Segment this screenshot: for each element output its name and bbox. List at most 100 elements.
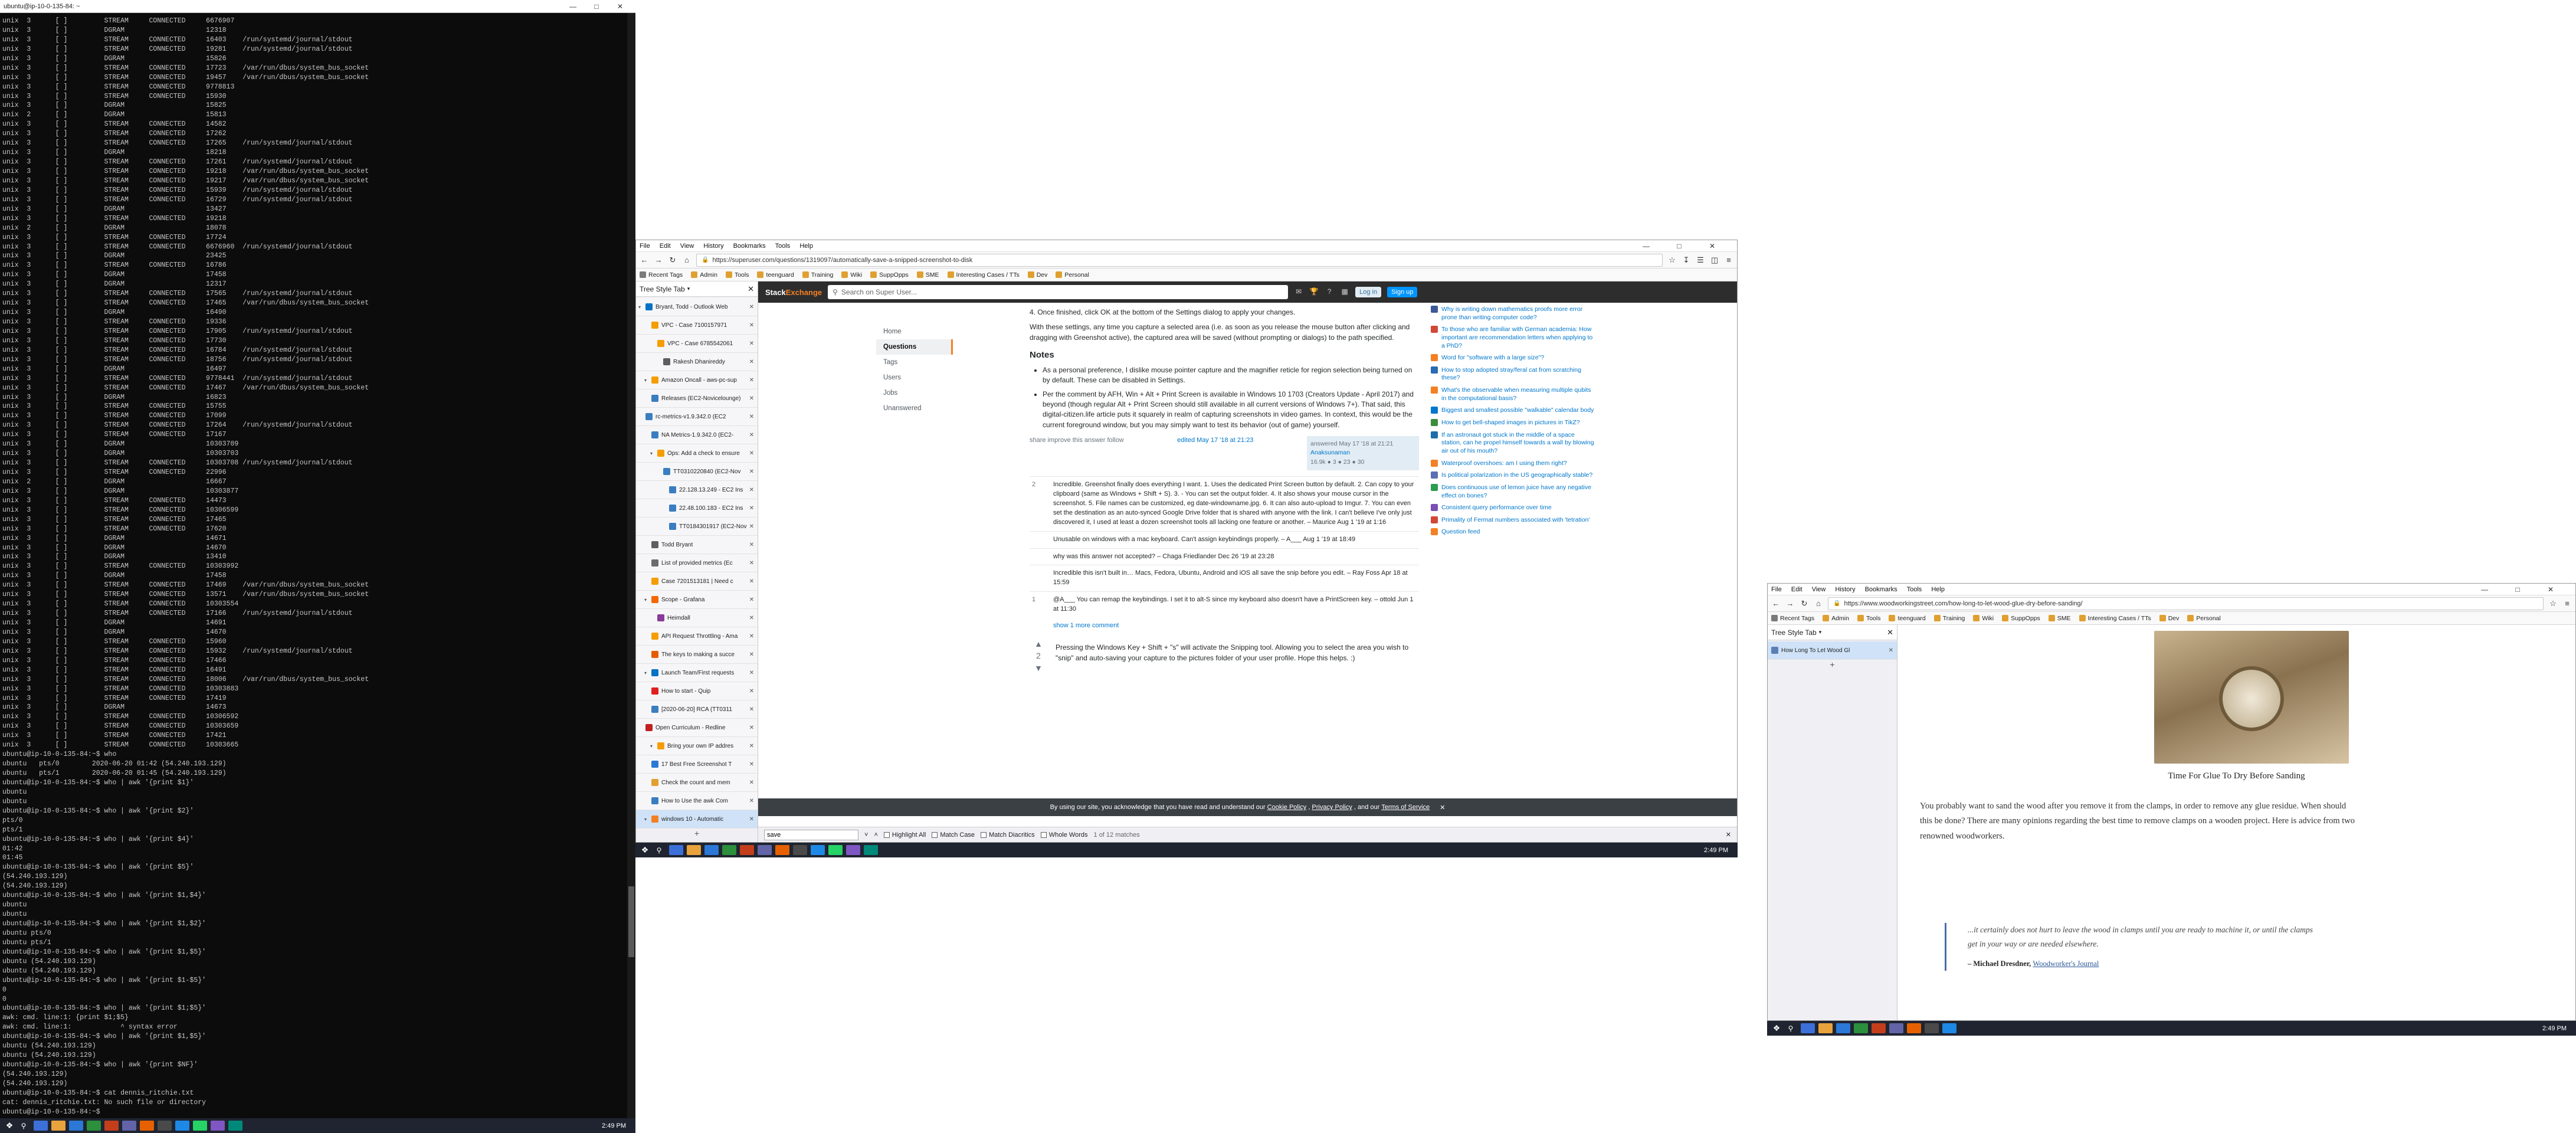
- tab-item[interactable]: rc-metrics-v1.9.342.0 (EC2 ✕: [636, 408, 758, 426]
- firefox-icon[interactable]: [1907, 1023, 1921, 1033]
- close-tab-icon[interactable]: ✕: [749, 450, 754, 457]
- menu-item[interactable]: Edit: [660, 243, 671, 250]
- tab-item[interactable]: 17 Best Free Screenshot T ✕: [636, 755, 758, 774]
- bookmark-folder[interactable]: Admin: [1823, 615, 1849, 622]
- teams-icon[interactable]: [1889, 1023, 1903, 1033]
- menu-item[interactable]: Bookmarks: [733, 243, 766, 250]
- bookmark-folder[interactable]: teenguard: [757, 271, 794, 279]
- close-tab-icon[interactable]: ✕: [749, 542, 754, 548]
- hot-question-link[interactable]: How to get bell-shaped images in picture…: [1431, 419, 1596, 427]
- find-option-whole-words[interactable]: Whole Words: [1040, 831, 1088, 839]
- powerpoint-icon[interactable]: [1872, 1023, 1886, 1033]
- outlook-icon[interactable]: [175, 1121, 189, 1131]
- upvote-icon[interactable]: ▲: [1030, 638, 1047, 650]
- hot-question-link[interactable]: What's the observable when measuring mul…: [1431, 387, 1596, 402]
- taskbar-clock[interactable]: 2:49 PM: [596, 1122, 632, 1129]
- site-search-input[interactable]: ⚲ Search on Super User...: [828, 285, 1289, 299]
- tab-item[interactable]: NA Metrics-1.9.342.0 (EC2- ✕: [636, 426, 758, 444]
- close-tab-icon[interactable]: ✕: [749, 487, 754, 493]
- nav-item[interactable]: Unanswered: [876, 401, 953, 416]
- close-tab-icon[interactable]: ✕: [749, 304, 754, 310]
- task-view-icon[interactable]: [34, 1121, 48, 1131]
- start-icon[interactable]: ❖: [1771, 1023, 1782, 1034]
- task-view-icon[interactable]: [669, 845, 683, 855]
- question-feed-link[interactable]: Question feed: [1431, 528, 1596, 536]
- outlook-icon[interactable]: [811, 845, 825, 855]
- url-bar[interactable]: 🔒 https://www.woodworkingstreet.com/how-…: [1828, 597, 2544, 610]
- start-icon[interactable]: ❖: [4, 1121, 15, 1131]
- tab-item[interactable]: Heimdall ✕: [636, 609, 758, 627]
- downvote-icon[interactable]: ▼: [1030, 662, 1047, 674]
- hot-question-link[interactable]: Why is writing down mathematics proofs m…: [1431, 306, 1596, 322]
- bookmark-folder[interactable]: Training: [1933, 615, 1965, 622]
- excel-icon[interactable]: [87, 1121, 101, 1131]
- taskbar-clock[interactable]: 2:49 PM: [1698, 847, 1734, 854]
- edge-icon[interactable]: [1836, 1023, 1850, 1033]
- app-icon[interactable]: [228, 1121, 242, 1131]
- app-icon[interactable]: [211, 1121, 225, 1131]
- signup-button[interactable]: Sign up: [1387, 287, 1418, 297]
- bookmark-folder[interactable]: Training: [802, 271, 833, 279]
- hot-question-link[interactable]: Is political polarization in the US geog…: [1431, 471, 1596, 480]
- edited-link[interactable]: edited May 17 '18 at 21:23: [1177, 436, 1253, 470]
- task-view-icon[interactable]: [1801, 1023, 1815, 1033]
- cookie-policy-link[interactable]: Cookie Policy: [1267, 804, 1307, 811]
- bookmark-folder[interactable]: Interesting Cases / TTs: [2079, 615, 2151, 622]
- user-name[interactable]: Anaksunaman: [1310, 448, 1415, 457]
- terminal-app-icon[interactable]: [793, 845, 807, 855]
- teams-icon[interactable]: [122, 1121, 136, 1131]
- twisty-icon[interactable]: ▾: [638, 304, 644, 310]
- chevron-down-icon[interactable]: ▾: [1819, 629, 1822, 636]
- close-tab-icon[interactable]: ✕: [749, 670, 754, 676]
- close-tab-icon[interactable]: ✕: [749, 414, 754, 420]
- find-option-highlight[interactable]: Highlight All: [883, 831, 926, 839]
- bookmark-folder[interactable]: Admin: [691, 271, 717, 279]
- hot-question-link[interactable]: Does continuous use of lemon juice have …: [1431, 483, 1596, 500]
- close-tab-icon[interactable]: ✕: [749, 523, 754, 530]
- excel-icon[interactable]: [722, 845, 736, 855]
- find-option-diacritics[interactable]: Match Diacritics: [981, 831, 1035, 839]
- close-tab-icon[interactable]: ✕: [749, 597, 754, 603]
- menu-item[interactable]: View: [1812, 586, 1826, 593]
- tab-item[interactable]: ▾ Bryant, Todd - Outlook Web ✕: [636, 298, 758, 316]
- tab-item[interactable]: Todd Bryant ✕: [636, 536, 758, 554]
- maximize-icon[interactable]: □: [1667, 242, 1691, 250]
- edge-icon[interactable]: [69, 1121, 83, 1131]
- tab-item[interactable]: API Request Throttling - Ama ✕: [636, 627, 758, 646]
- close-tab-icon[interactable]: ✕: [749, 578, 754, 585]
- close-icon[interactable]: ✕: [1887, 628, 1893, 637]
- bookmark-star-icon[interactable]: ☆: [1667, 256, 1677, 265]
- cite-link[interactable]: Woodworker's Journal: [2033, 960, 2099, 968]
- bookmark-folder[interactable]: Recent Tags: [640, 271, 683, 279]
- chevron-down-icon[interactable]: ▾: [687, 286, 690, 292]
- tab-item[interactable]: Releases (EC2-Novicelounge) ✕: [636, 389, 758, 408]
- close-tab-icon[interactable]: ✕: [749, 377, 754, 384]
- twisty-icon[interactable]: ▾: [650, 744, 656, 749]
- close-tab-icon[interactable]: ✕: [749, 633, 754, 640]
- close-tab-icon[interactable]: ✕: [749, 505, 754, 512]
- tab-item[interactable]: 22.128.13.249 - EC2 Ins ✕: [636, 481, 758, 499]
- bookmark-star-icon[interactable]: ☆: [2548, 599, 2558, 608]
- explorer-icon[interactable]: [51, 1121, 65, 1131]
- tab-item[interactable]: Case 7201513181 | Need c ✕: [636, 572, 758, 591]
- terms-link[interactable]: Terms of Service: [1381, 804, 1430, 811]
- close-tab-icon[interactable]: ✕: [1889, 647, 1893, 654]
- close-tab-icon[interactable]: ✕: [749, 615, 754, 621]
- tab-item[interactable]: Open Curriculum - Redline ✕: [636, 719, 758, 737]
- close-icon[interactable]: ✕: [608, 2, 632, 11]
- twisty-icon[interactable]: ▾: [644, 817, 650, 822]
- menu-item[interactable]: View: [680, 243, 694, 250]
- close-icon[interactable]: ✕: [1440, 804, 1445, 811]
- edge-icon[interactable]: [704, 845, 719, 855]
- tab-item[interactable]: ▾ Amazon Oncall - aws-pc-sup ✕: [636, 371, 758, 389]
- bookmark-folder[interactable]: teenguard: [1889, 615, 1926, 622]
- twisty-icon[interactable]: ▾: [644, 378, 650, 383]
- close-tab-icon[interactable]: ✕: [749, 469, 754, 475]
- search-icon[interactable]: ⚲: [1785, 1023, 1796, 1034]
- close-icon[interactable]: ✕: [1700, 242, 1724, 250]
- hot-question-link[interactable]: Word for "software with a large size"?: [1431, 354, 1596, 362]
- search-icon[interactable]: ⚲: [18, 1121, 29, 1131]
- menu-item[interactable]: Help: [799, 243, 813, 250]
- taskbar-clock[interactable]: 2:49 PM: [2536, 1025, 2572, 1032]
- menu-item[interactable]: History: [703, 243, 723, 250]
